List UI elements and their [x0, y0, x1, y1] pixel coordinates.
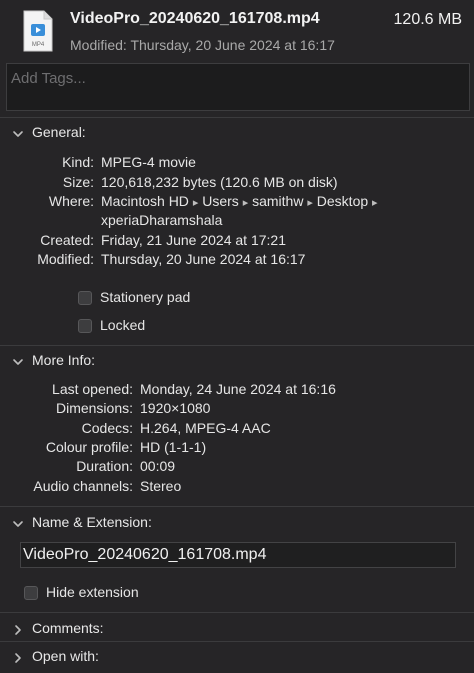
locked-label: Locked	[100, 317, 146, 333]
kind-value: MPEG-4 movie	[101, 154, 196, 170]
row-size: Size: 120,618,232 bytes (120.6 MB on dis…	[0, 174, 474, 194]
divider	[0, 345, 474, 346]
file-name-input[interactable]	[23, 546, 451, 564]
divider	[0, 117, 474, 118]
row-colour-profile: Colour profile: HD (1-1-1)	[0, 439, 474, 459]
section-open-with-toggle[interactable]: Open with:	[0, 648, 474, 670]
locked-checkbox[interactable]	[78, 319, 92, 333]
created-value: Friday, 21 June 2024 at 17:21	[101, 232, 286, 248]
row-where-cont: xperiaDharamshala	[0, 212, 474, 232]
info-header: MP4 VideoPro_20240620_161708.mp4 120.6 M…	[0, 0, 474, 64]
row-codecs: Codecs: H.264, MPEG-4 AAC	[0, 420, 474, 440]
file-size: 120.6 MB	[393, 11, 462, 28]
codecs-value: H.264, MPEG-4 AAC	[140, 420, 271, 436]
audio-channels-label: Audio channels:	[33, 478, 133, 494]
tags-field[interactable]	[6, 63, 470, 111]
chevron-down-icon	[13, 359, 23, 365]
path-separator-icon: ▸	[242, 197, 249, 209]
section-more-info-toggle[interactable]: More Info:	[0, 352, 474, 374]
codecs-label: Codecs:	[81, 420, 133, 436]
tags-input[interactable]	[11, 70, 451, 87]
stationery-pad-label: Stationery pad	[100, 289, 191, 305]
path-separator-icon: ▸	[192, 197, 199, 209]
divider	[0, 612, 474, 613]
row-created: Created: Friday, 21 June 2024 at 17:21	[0, 232, 474, 252]
section-open-with-title: Open with:	[32, 648, 99, 664]
row-duration: Duration: 00:09	[0, 458, 474, 478]
section-comments-title: Comments:	[32, 620, 104, 636]
section-name-extension-title: Name & Extension:	[32, 514, 152, 530]
size-value: 120,618,232 bytes (120.6 MB on disk)	[101, 174, 338, 190]
chevron-right-icon	[15, 625, 21, 635]
colour-profile-value: HD (1-1-1)	[140, 439, 207, 455]
last-opened-value: Monday, 24 June 2024 at 16:16	[140, 381, 336, 397]
divider	[0, 641, 474, 642]
kind-label: Kind:	[62, 154, 94, 170]
row-modified: Modified: Thursday, 20 June 2024 at 16:1…	[0, 251, 474, 271]
section-general-toggle[interactable]: General:	[0, 124, 474, 146]
duration-label: Duration:	[76, 458, 133, 474]
duration-value: 00:09	[140, 458, 176, 474]
path-segment: samithw	[252, 193, 304, 209]
section-more-info-title: More Info:	[32, 352, 96, 368]
where-label: Where:	[48, 193, 94, 209]
path-separator-icon: ▸	[307, 197, 313, 209]
name-field[interactable]	[20, 542, 456, 568]
chevron-down-icon	[13, 521, 23, 527]
row-kind: Kind: MPEG-4 movie	[0, 154, 474, 174]
row-where: Where: Macintosh HD ▸ Users ▸ samithw ▸ …	[0, 193, 474, 213]
section-name-extension-toggle[interactable]: Name & Extension:	[0, 514, 474, 536]
last-opened-label: Last opened:	[52, 381, 133, 397]
svg-text:MP4: MP4	[32, 42, 45, 48]
modified-label: Modified:	[37, 251, 94, 267]
modified-value: Thursday, 20 June 2024 at 16:17	[101, 251, 306, 267]
divider	[0, 506, 474, 507]
chevron-down-icon	[13, 131, 23, 137]
chevron-right-icon	[15, 653, 21, 663]
path-segment: xperiaDharamshala	[101, 212, 223, 228]
audio-channels-value: Stereo	[140, 478, 182, 494]
path-segment: Macintosh HD	[101, 193, 189, 209]
colour-profile-label: Colour profile:	[45, 439, 133, 455]
file-name-title: VideoPro_20240620_161708.mp4	[70, 10, 320, 27]
hide-extension-label: Hide extension	[46, 584, 139, 600]
where-path-line1: Macintosh HD ▸ Users ▸ samithw ▸ Desktop…	[101, 193, 378, 209]
size-label: Size:	[62, 174, 94, 190]
created-label: Created:	[40, 232, 94, 248]
section-comments-toggle[interactable]: Comments:	[0, 620, 474, 642]
hide-extension-checkbox[interactable]	[24, 586, 38, 600]
row-dimensions: Dimensions: 1920×1080	[0, 400, 474, 420]
modified-subtitle: Modified: Thursday, 20 June 2024 at 16:1…	[70, 37, 335, 53]
dimensions-label: Dimensions:	[55, 400, 133, 416]
row-audio-channels: Audio channels: Stereo	[0, 478, 474, 498]
path-segment: Desktop	[316, 193, 369, 209]
mp4-file-icon: MP4	[22, 10, 54, 52]
path-separator-icon: ▸	[372, 197, 378, 209]
row-last-opened: Last opened: Monday, 24 June 2024 at 16:…	[0, 381, 474, 401]
dimensions-value: 1920×1080	[140, 400, 211, 416]
path-segment: Users	[202, 193, 239, 209]
stationery-pad-checkbox[interactable]	[78, 291, 92, 305]
section-general-title: General:	[32, 124, 86, 140]
